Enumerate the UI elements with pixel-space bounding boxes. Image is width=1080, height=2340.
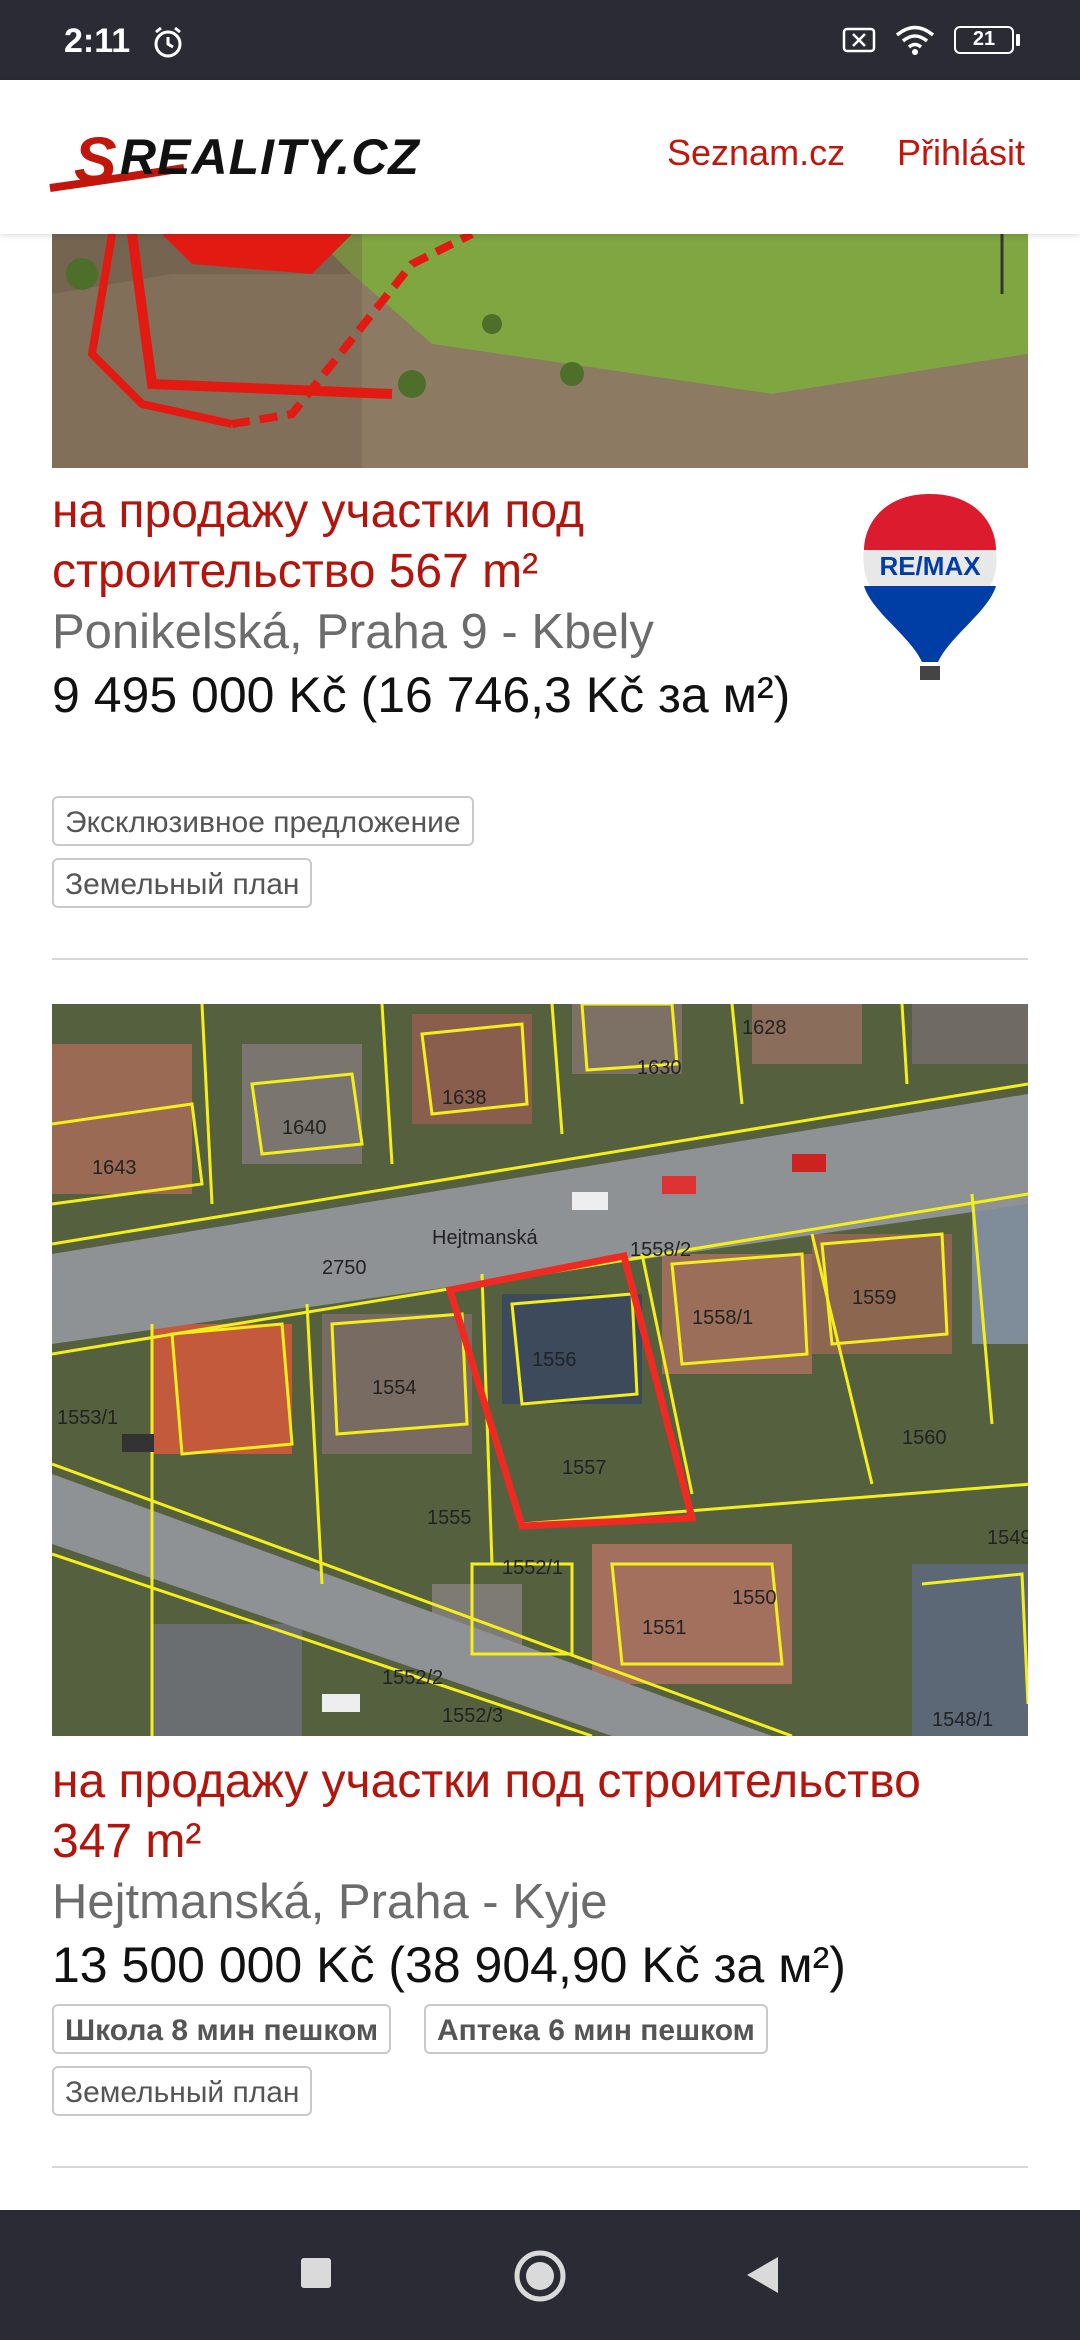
tag-school[interactable]: Школа 8 мин пешком [52, 2004, 392, 2054]
map-label: 1549 [987, 1527, 1028, 1549]
tag-land-plan[interactable]: Земельный план [52, 2066, 313, 2116]
status-bar: 2:11 21 [0, 0, 1080, 80]
map-label: 1630 [637, 1057, 682, 1079]
remax-logo[interactable]: RE/MAX [858, 490, 1002, 686]
map-label: 1558/1 [692, 1307, 753, 1329]
map-label: 1548/1 [932, 1709, 993, 1731]
listing-address: Ponikelská, Praha 9 - Kbely [52, 605, 654, 659]
sreality-logo[interactable]: S REALITY.CZ [44, 116, 524, 206]
listing-address: Hejtmanská, Praha - Kyje [52, 1875, 608, 1929]
map-label: 1552/2 [382, 1667, 443, 1689]
battery-level: 21 [954, 26, 1014, 54]
listing-feed[interactable]: на продажу участки под строительство 567… [0, 234, 1080, 2210]
map-label: 1550 [732, 1587, 777, 1609]
listing-title[interactable]: на продажу участки под строительство 567… [52, 482, 812, 602]
map-label: 1556 [532, 1349, 577, 1371]
listing-title-text: на продажу участки под строительство [52, 1755, 921, 1808]
listing-photo[interactable]: Hejtmanská 2750 1556 1557 1554 1558/2 15… [52, 1004, 1028, 1736]
listing-price: 9 495 000 Kč (16 746,3 Kč за м²) [52, 667, 791, 723]
home-icon[interactable] [513, 2249, 567, 2303]
site-header: S REALITY.CZ Seznam.cz Přihlásit [0, 80, 1080, 234]
map-label: 1559 [852, 1287, 897, 1309]
listing-photo[interactable] [52, 234, 1028, 468]
map-label: 1628 [742, 1017, 787, 1039]
map-label: 1643 [92, 1157, 137, 1179]
svg-text:REALITY.CZ: REALITY.CZ [120, 129, 421, 185]
alarm-icon [154, 26, 182, 58]
listing-divider [52, 958, 1028, 960]
map-label: 1551 [642, 1617, 687, 1639]
svg-text:S: S [74, 124, 117, 196]
map-label: 1560 [902, 1427, 947, 1449]
recent-apps-icon[interactable] [300, 2257, 332, 2289]
listing-divider [52, 2166, 1028, 2168]
listing-area: 567 m² [388, 545, 539, 598]
remax-logo-text: RE/MAX [879, 551, 981, 581]
back-icon[interactable] [744, 2255, 780, 2295]
map-label: 1553/1 [57, 1407, 118, 1429]
map-label: 2750 [322, 1257, 367, 1279]
no-sim-icon [842, 27, 876, 53]
map-label: 1640 [282, 1117, 327, 1139]
map-label: 1554 [372, 1377, 417, 1399]
status-time: 2:11 [64, 22, 131, 60]
map-label: 1552/1 [502, 1557, 563, 1579]
map-label: 1557 [562, 1457, 607, 1479]
map-label: 1638 [442, 1087, 487, 1109]
login-link[interactable]: Přihlásit [897, 132, 1025, 174]
listing-area: 347 m² [52, 1815, 202, 1868]
system-nav-bar [0, 2210, 1080, 2340]
seznam-link[interactable]: Seznam.cz [667, 132, 845, 174]
map-street-label: Hejtmanská [432, 1227, 538, 1249]
tag-exclusive[interactable]: Эксклюзивное предложение [52, 796, 474, 846]
tag-pharmacy[interactable]: Аптека 6 мин пешком [424, 2004, 768, 2054]
wifi-icon [895, 25, 935, 55]
map-label: 1552/3 [442, 1705, 503, 1727]
map-label: 1558/2 [630, 1239, 691, 1261]
map-label: 1555 [427, 1507, 472, 1529]
listing-title[interactable]: на продажу участки под строительство 347… [52, 1752, 1032, 1872]
listing-price: 13 500 000 Kč (38 904,90 Kč за м²) [52, 1937, 846, 1993]
tag-land-plan[interactable]: Земельный план [52, 858, 313, 908]
battery-icon: 21 [954, 26, 1020, 54]
